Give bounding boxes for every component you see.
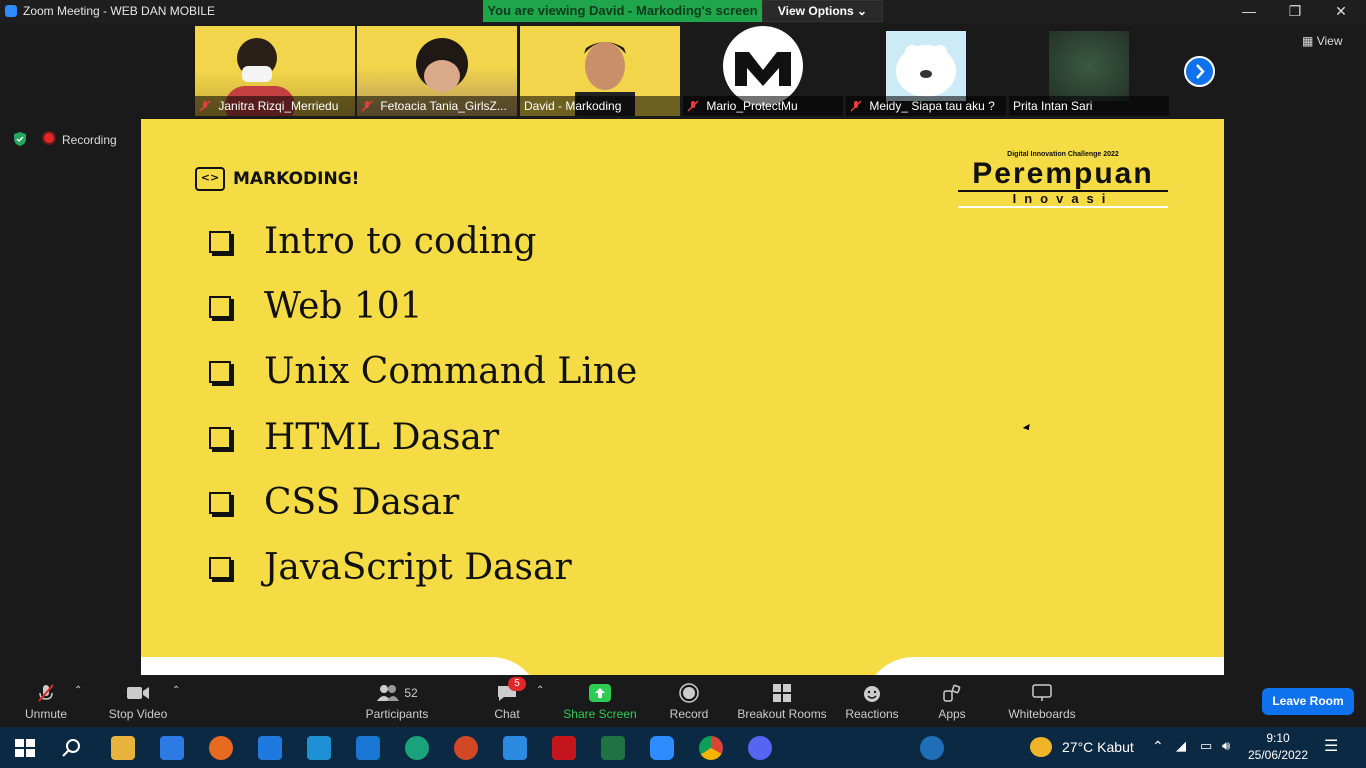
excel-icon[interactable]: [601, 736, 625, 760]
chrome-icon[interactable]: [699, 736, 723, 760]
participant-name: Prita Intan Sari: [1009, 96, 1169, 116]
record-icon: [679, 683, 699, 703]
perempuan-inovasi-logo: Digital Innovation Challenge 2022 Peremp…: [956, 151, 1170, 208]
minimize-button[interactable]: —: [1226, 0, 1272, 23]
reactions-button[interactable]: Reactions: [842, 675, 902, 727]
slide-footer-left: [141, 657, 541, 675]
participant-name: Meidy_ Siapa tau aku ?: [846, 96, 1006, 116]
participant-name: Fetoacia Tania_GirlsZ...: [357, 96, 517, 116]
code-bracket-icon: <>: [195, 167, 225, 191]
checkbox-icon: [209, 296, 231, 318]
windows-start-icon[interactable]: [13, 736, 37, 760]
restore-button[interactable]: ❐: [1272, 0, 1318, 23]
share-screen-button[interactable]: Share Screen: [562, 675, 638, 727]
weather-icon[interactable]: [1030, 737, 1052, 757]
participant-tile[interactable]: Fetoacia Tania_GirlsZ...: [357, 26, 517, 116]
apps-icon: [943, 684, 961, 702]
chevron-down-icon: ⌄: [857, 4, 868, 18]
participants-button[interactable]: 52 Participants: [362, 675, 432, 727]
checkbox-icon: [209, 557, 231, 579]
chat-unread-badge: 5: [508, 677, 526, 691]
viewing-banner: You are viewing David - Markoding's scre…: [483, 0, 762, 22]
windows-taskbar: ⌃ ◢ ▭ 🔊︎ ☰: [0, 727, 1366, 768]
acrobat-icon[interactable]: [552, 736, 576, 760]
grid-icon: ▦: [1302, 34, 1314, 48]
participant-tile-active[interactable]: David - Markoding: [520, 26, 680, 116]
muted-mic-icon: [38, 684, 54, 702]
shared-screen: <> MARKODING! Digital Innovation Challen…: [141, 119, 1224, 675]
record-dot-icon: [42, 131, 56, 145]
muted-mic-icon: [199, 100, 211, 112]
participant-tile[interactable]: Janitra Rizqi_Merriedu: [195, 26, 355, 116]
store-icon[interactable]: [160, 736, 184, 760]
battery-icon[interactable]: ▭: [1200, 738, 1212, 754]
unmute-button[interactable]: Unmute: [16, 675, 76, 727]
participant-tile[interactable]: Meidy_ Siapa tau aku ?: [846, 26, 1006, 116]
notifications-icon[interactable]: ☰: [1324, 736, 1338, 756]
volume-icon[interactable]: 🔊︎: [1222, 738, 1230, 754]
chevron-right-icon: [1196, 64, 1205, 79]
next-page-button[interactable]: [1184, 56, 1215, 87]
share-screen-icon: [589, 684, 611, 702]
help-icon[interactable]: [920, 736, 944, 760]
checkbox-icon: [209, 361, 231, 383]
file-explorer-icon[interactable]: [111, 736, 135, 760]
participant-tile[interactable]: Prita Intan Sari: [1009, 26, 1169, 116]
leave-room-button[interactable]: Leave Room: [1262, 688, 1354, 715]
shield-icon[interactable]: [12, 131, 28, 147]
clock-time: 9:10: [1266, 731, 1290, 745]
view-options-label: View Options: [777, 4, 854, 18]
powerpoint-icon[interactable]: [454, 736, 478, 760]
edge-icon[interactable]: [405, 736, 429, 760]
participant-tile[interactable]: Mario_ProtectMu: [683, 26, 843, 116]
whiteboard-icon: [1032, 684, 1052, 701]
whiteboards-button[interactable]: Whiteboards: [1004, 675, 1080, 727]
slide-footer-right: [864, 657, 1224, 675]
firefox-icon[interactable]: [209, 736, 233, 760]
muted-mic-icon: [687, 100, 699, 112]
weather-text[interactable]: 27°C Kabut: [1062, 739, 1134, 755]
vscode-icon[interactable]: [307, 736, 331, 760]
breakout-rooms-button[interactable]: Breakout Rooms: [736, 675, 828, 727]
participant-name: David - Markoding: [520, 96, 680, 116]
audio-options-caret[interactable]: ⌃: [74, 685, 82, 696]
participants-icon: [377, 685, 400, 701]
zoom-app-icon: [5, 5, 17, 17]
dropbox-icon[interactable]: [258, 736, 282, 760]
checkbox-icon: [209, 231, 231, 253]
muted-mic-icon: [850, 100, 862, 112]
window-title: Zoom Meeting - WEB DAN MOBILE: [23, 4, 216, 18]
close-button[interactable]: ✕: [1318, 0, 1364, 23]
chevron-up-icon[interactable]: ⌃: [1152, 738, 1164, 755]
video-camera-icon: [127, 687, 149, 699]
mail-icon[interactable]: [356, 736, 380, 760]
apps-button[interactable]: Apps: [932, 675, 972, 727]
participant-count: 52: [404, 686, 418, 700]
zoom-taskbar-icon[interactable]: [650, 736, 674, 760]
recording-indicator[interactable]: Recording: [42, 131, 117, 147]
breakout-rooms-icon: [773, 684, 791, 702]
checkbox-icon: [209, 492, 231, 514]
smiley-icon: [864, 686, 880, 702]
video-options-caret[interactable]: ⌃: [172, 685, 180, 696]
system-clock[interactable]: 9:10 25/06/2022: [1246, 730, 1310, 764]
chat-options-caret[interactable]: ⌃: [536, 685, 544, 696]
markoding-logo: <> MARKODING!: [195, 167, 359, 191]
view-button[interactable]: ▦ View: [1302, 34, 1342, 48]
participant-name: Janitra Rizqi_Merriedu: [195, 96, 355, 116]
checkbox-icon: [209, 427, 231, 449]
view-options-button[interactable]: View Options ⌄: [762, 0, 883, 22]
network-icon[interactable]: ◢: [1176, 738, 1186, 754]
muted-mic-icon: [361, 100, 373, 112]
discord-icon[interactable]: [748, 736, 772, 760]
participant-name: Mario_ProtectMu: [683, 96, 843, 116]
calendar-icon[interactable]: [503, 736, 527, 760]
clock-date: 25/06/2022: [1247, 748, 1309, 762]
stop-video-button[interactable]: Stop Video: [104, 675, 172, 727]
search-icon[interactable]: [60, 736, 84, 760]
record-button[interactable]: Record: [664, 675, 714, 727]
meeting-toolbar: Unmute ⌃ Stop Video ⌃ 52 Participants Ch…: [0, 675, 1366, 727]
